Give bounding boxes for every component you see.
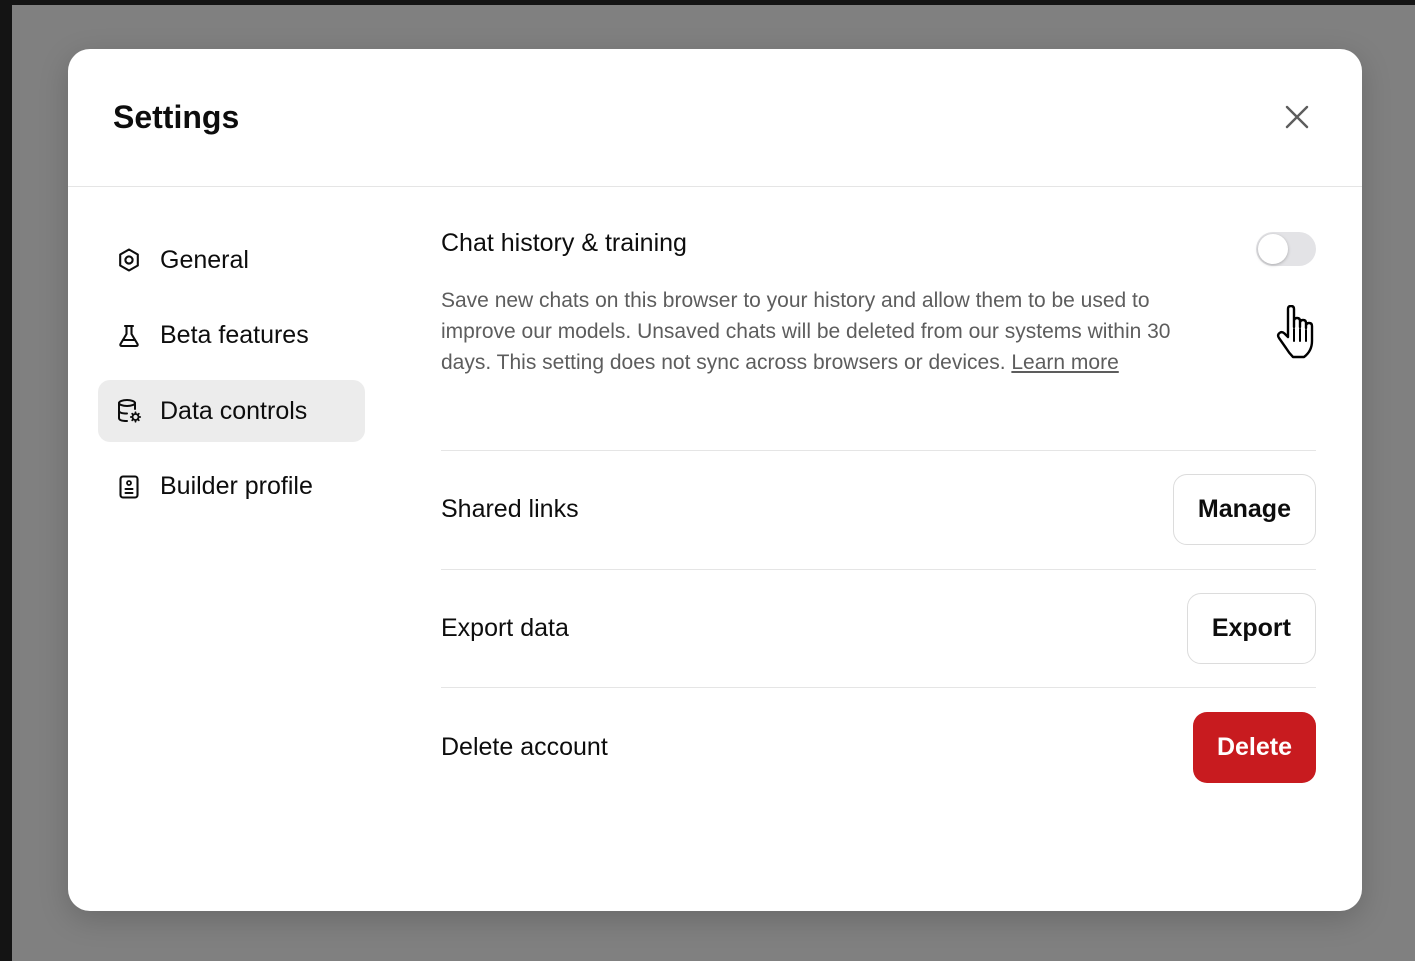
toggle-knob: [1258, 234, 1288, 264]
id-card-icon: [115, 473, 143, 501]
sidebar-item-beta-features[interactable]: Beta features: [98, 305, 365, 367]
sidebar-item-label: Beta features: [160, 321, 309, 349]
export-data-label: Export data: [441, 613, 569, 642]
sidebar-item-data-controls[interactable]: Data controls: [98, 380, 365, 442]
manage-shared-links-button[interactable]: Manage: [1172, 474, 1316, 546]
backdrop-top-edge: [0, 0, 1415, 5]
settings-modal: Settings General Beta features Data cont…: [68, 49, 1362, 911]
modal-header: Settings: [68, 49, 1362, 187]
sidebar-item-label: General: [160, 245, 249, 274]
chat-history-description: Save new chats on this browser to your h…: [441, 285, 1221, 378]
shared-links-row: Shared links Manage: [441, 451, 1316, 570]
export-data-row: Export data Export: [441, 570, 1316, 688]
shared-links-label: Shared links: [441, 495, 579, 524]
delete-account-label: Delete account: [441, 732, 608, 761]
sidebar-item-label: Builder profile: [160, 472, 313, 500]
close-icon: [1285, 105, 1309, 129]
database-settings-icon: [115, 397, 143, 425]
data-controls-panel: Chat history & training Save new chats o…: [441, 229, 1316, 807]
chat-history-row: Chat history & training Save new chats o…: [441, 229, 1316, 451]
backdrop-left-edge: [0, 0, 12, 961]
sidebar-item-label: Data controls: [160, 396, 308, 425]
sidebar-item-builder-profile[interactable]: Builder profile: [98, 456, 365, 518]
chat-history-title: Chat history & training: [441, 229, 687, 257]
close-button[interactable]: [1281, 101, 1313, 133]
delete-account-row: Delete account Delete: [441, 688, 1316, 807]
gear-icon: [115, 246, 143, 274]
sidebar-item-general[interactable]: General: [98, 229, 365, 291]
modal-title: Settings: [113, 99, 240, 135]
chat-history-toggle[interactable]: [1256, 232, 1316, 266]
learn-more-link[interactable]: Learn more: [1011, 351, 1118, 374]
hand-pointer-cursor-icon: [1276, 305, 1314, 359]
flask-icon: [115, 322, 143, 350]
delete-account-button[interactable]: Delete: [1192, 711, 1316, 783]
settings-sidebar: General Beta features Data controls Buil…: [98, 229, 365, 531]
export-data-button[interactable]: Export: [1186, 592, 1316, 664]
